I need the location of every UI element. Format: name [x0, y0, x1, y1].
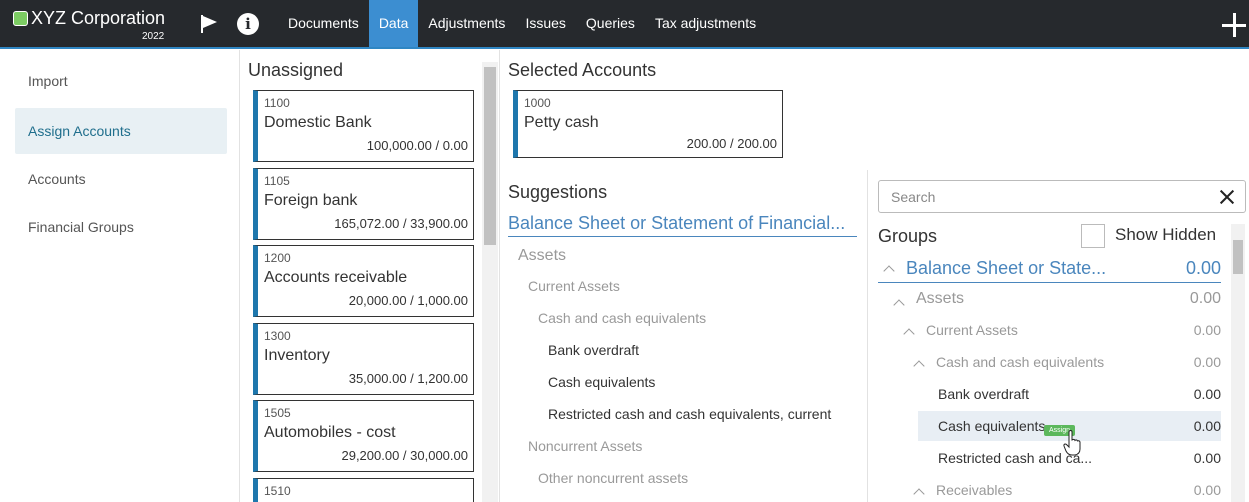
hand-cursor-icon: [1063, 430, 1081, 456]
nav-queries[interactable]: Queries: [576, 0, 645, 47]
account-card[interactable]: 1100 Domestic Bank 100,000.00 / 0.00: [253, 90, 474, 162]
account-number: 1300: [264, 329, 291, 343]
account-balance: 20,000.00 / 1,000.00: [348, 293, 468, 308]
account-number: 1510: [264, 484, 291, 498]
group-amount: 0.00: [1193, 386, 1221, 402]
group-label: Cash equivalents: [938, 418, 1046, 434]
account-card[interactable]: 1300 Inventory 35,000.00 / 1,200.00: [253, 323, 474, 395]
groups-title: Groups: [878, 226, 938, 246]
suggestion-item[interactable]: Restricted cash and cash equivalents, cu…: [548, 406, 831, 422]
nav-adjustments[interactable]: Adjustments: [418, 0, 515, 47]
group-label: Cash and cash equivalents: [936, 354, 1105, 370]
account-card[interactable]: 1105 Foreign bank 165,072.00 / 33,900.00: [253, 168, 474, 240]
account-name: Petty cash: [524, 114, 599, 131]
account-number: 1505: [264, 406, 291, 420]
selected-account-card[interactable]: 1000 Petty cash 200.00 / 200.00: [513, 90, 783, 158]
unassigned-scrollbar-thumb[interactable]: [484, 67, 496, 245]
flag-icon[interactable]: [198, 13, 220, 35]
group-amount: 0.00: [1193, 322, 1221, 338]
sidebar-item-assign-accounts[interactable]: Assign Accounts: [15, 108, 227, 154]
group-amount: 0.00: [1193, 418, 1221, 434]
group-amount: 0.00: [1189, 290, 1221, 307]
account-card[interactable]: 1510: [253, 478, 474, 502]
group-amount: 0.00: [1193, 450, 1221, 466]
account-name: Domestic Bank: [264, 114, 372, 131]
selected-accounts-title: Selected Accounts: [508, 60, 657, 80]
group-amount: 0.00: [1185, 258, 1221, 278]
group-label: Receivables: [936, 482, 1013, 498]
groups-scrollbar-thumb[interactable]: [1233, 240, 1243, 274]
add-icon[interactable]: [1221, 12, 1247, 38]
suggestion-item[interactable]: Noncurrent Assets: [528, 438, 642, 454]
group-label: Bank overdraft: [938, 386, 1030, 402]
account-balance: 100,000.00 / 0.00: [366, 138, 468, 153]
group-amount: 0.00: [1193, 354, 1221, 370]
show-hidden-checkbox[interactable]: [1081, 224, 1105, 248]
company-name[interactable]: XYZ Corporation: [31, 8, 165, 29]
sidebar-item-financial-groups[interactable]: Financial Groups: [15, 204, 227, 250]
suggestion-item[interactable]: Bank overdraft: [548, 342, 639, 358]
account-card[interactable]: 1505 Automobiles - cost 29,200.00 / 30,0…: [253, 400, 474, 472]
unassigned-title: Unassigned: [248, 60, 344, 80]
suggestion-root[interactable]: Balance Sheet or Statement of Financial.…: [508, 213, 857, 237]
fiscal-year: 2022: [142, 31, 165, 42]
account-number: 1105: [264, 174, 290, 188]
account-balance: 200.00 / 200.00: [686, 136, 777, 151]
group-row[interactable]: Cash and cash equivalents 0.00: [878, 354, 1221, 386]
main-nav: Documents Data Adjustments Issues Querie…: [278, 0, 766, 47]
show-hidden-label: Show Hidden: [1115, 225, 1217, 244]
groups-divider: [867, 170, 868, 502]
group-label: Current Assets: [926, 322, 1018, 338]
sidebar: Import Assign Accounts Accounts Financia…: [0, 50, 240, 502]
group-row[interactable]: Current Assets 0.00: [878, 322, 1221, 354]
company-logo-icon: [13, 11, 28, 26]
group-row[interactable]: Restricted cash and ca... 0.00: [878, 450, 1221, 482]
nav-documents[interactable]: Documents: [278, 0, 369, 47]
account-number: 1000: [524, 96, 551, 110]
account-balance: 29,200.00 / 30,000.00: [341, 448, 468, 463]
sidebar-item-import[interactable]: Import: [15, 58, 227, 104]
account-name: Automobiles - cost: [264, 424, 396, 441]
close-icon[interactable]: [1219, 189, 1235, 205]
group-label: Assets: [916, 290, 965, 307]
suggestion-item[interactable]: Other noncurrent assets: [538, 470, 688, 486]
chevron-up-icon[interactable]: [904, 327, 914, 337]
account-balance: 165,072.00 / 33,900.00: [334, 216, 468, 231]
suggestion-item[interactable]: Assets: [518, 247, 566, 265]
group-row[interactable]: Assets 0.00: [878, 290, 1221, 322]
account-name: Accounts receivable: [264, 269, 408, 286]
chevron-up-icon[interactable]: [914, 359, 924, 369]
nav-data[interactable]: Data: [368, 0, 419, 47]
group-row[interactable]: Receivables 0.00: [878, 482, 1221, 502]
search-input[interactable]: [879, 181, 1199, 212]
suggestion-item[interactable]: Cash and cash equivalents: [538, 310, 706, 326]
chevron-up-icon[interactable]: [894, 298, 904, 308]
group-label: Balance Sheet or State...: [906, 258, 1107, 278]
column-divider: [499, 50, 500, 502]
info-icon[interactable]: i: [237, 13, 259, 35]
account-name: Inventory: [264, 347, 330, 364]
account-name: Foreign bank: [264, 192, 358, 209]
group-row[interactable]: Balance Sheet or State... 0.00: [878, 256, 1221, 283]
account-card[interactable]: 1200 Accounts receivable 20,000.00 / 1,0…: [253, 245, 474, 317]
group-amount: 0.00: [1193, 482, 1221, 498]
search-box: [878, 180, 1246, 213]
account-balance: 35,000.00 / 1,200.00: [348, 371, 468, 386]
suggestions-title: Suggestions: [508, 182, 608, 202]
top-bar: XYZ Corporation 2022 i Documents Data Ad…: [0, 0, 1249, 49]
sidebar-item-accounts[interactable]: Accounts: [15, 156, 227, 202]
suggestion-item[interactable]: Cash equivalents: [548, 374, 655, 390]
chevron-up-icon[interactable]: [884, 264, 894, 274]
nav-tax-adjustments[interactable]: Tax adjustments: [645, 0, 766, 47]
chevron-up-icon[interactable]: [914, 487, 924, 497]
account-number: 1100: [264, 96, 290, 110]
account-number: 1200: [264, 251, 291, 265]
nav-issues[interactable]: Issues: [515, 0, 575, 47]
suggestion-item[interactable]: Current Assets: [528, 278, 620, 294]
